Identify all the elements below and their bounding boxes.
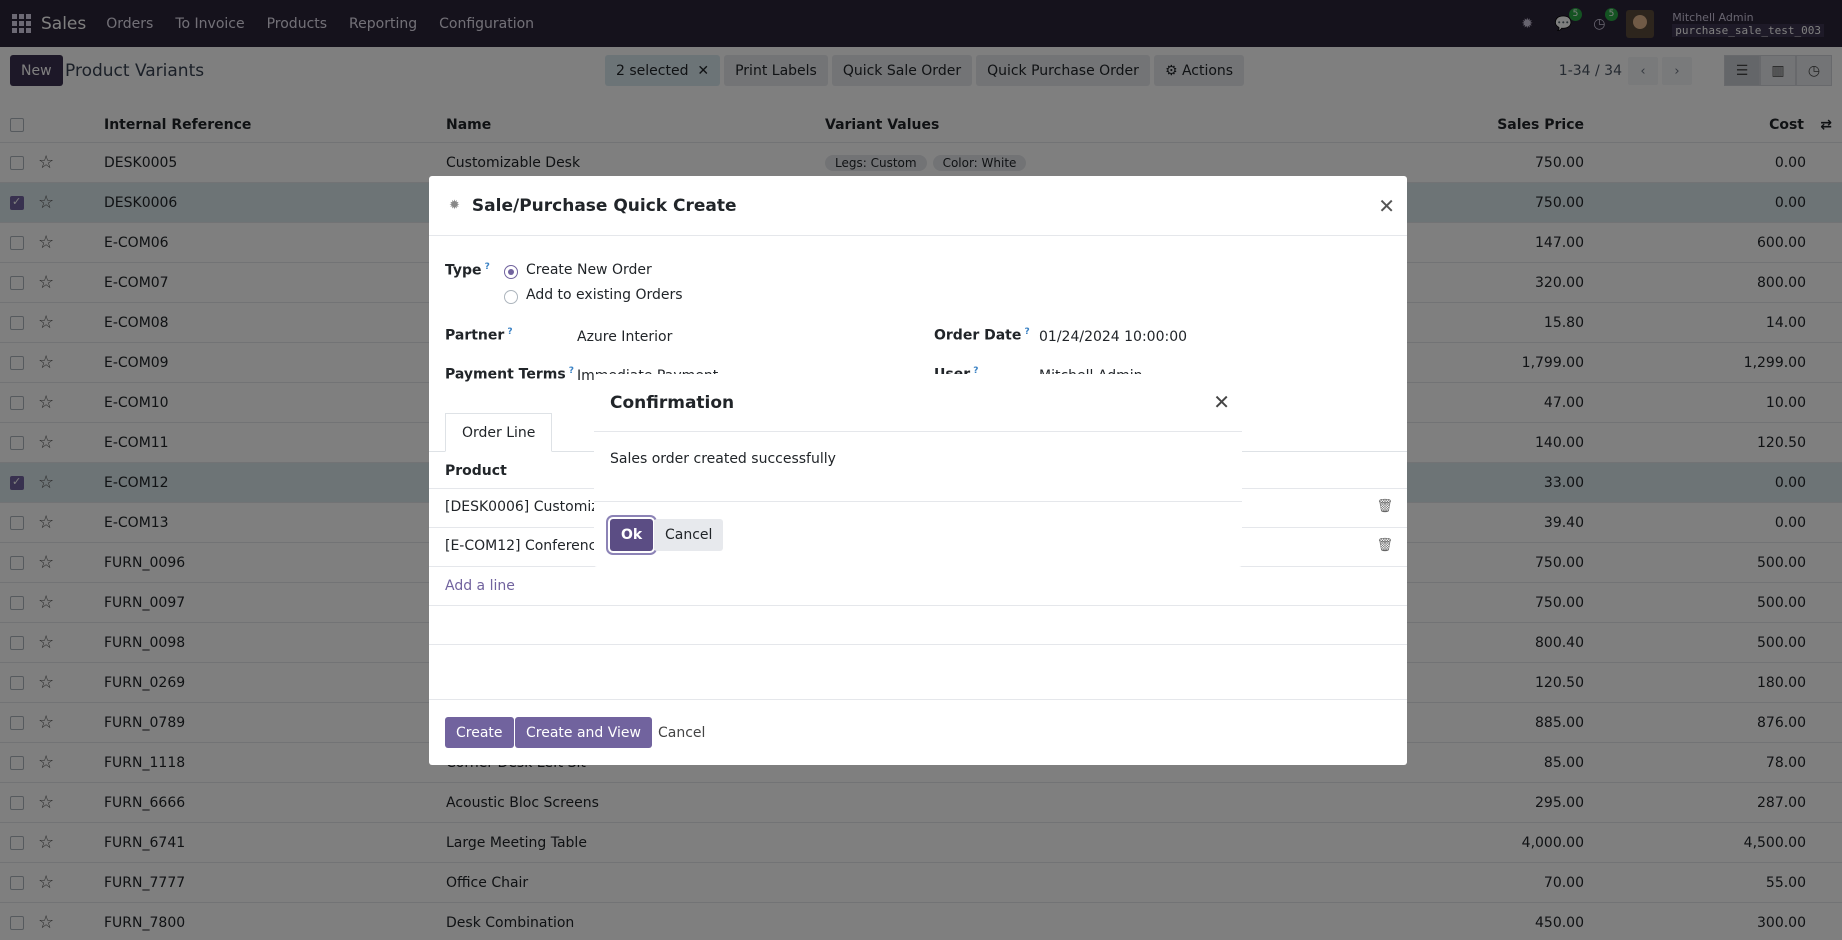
order-line-add-row [429, 566, 1407, 605]
order-date-field[interactable]: 01/24/2024 10:00:00 [1039, 329, 1187, 345]
create-and-view-button[interactable]: Create and View [515, 717, 652, 748]
quick-create-title: Sale/Purchase Quick Create [471, 195, 737, 216]
confirmation-dialog: Confirmation ✕ Sales order created succe… [594, 374, 1242, 567]
type-option-add-existing[interactable]: Add to existing Orders [526, 287, 683, 303]
quick-create-footer: Create Create and View Cancel [429, 699, 1407, 765]
type-label: Type ? [445, 262, 490, 279]
quick-create-header: ✹ Sale/Purchase Quick Create [429, 176, 1407, 236]
type-radio-create-new[interactable] [504, 265, 518, 279]
close-icon[interactable]: ✕ [1378, 194, 1395, 218]
payment-terms-label: Payment Terms ? [445, 366, 575, 383]
order-line-product-header: Product [445, 463, 507, 479]
close-icon[interactable]: ✕ [1213, 390, 1230, 414]
order-line-empty-row [429, 605, 1407, 644]
create-button[interactable]: Create [445, 717, 514, 748]
partner-field[interactable]: Azure Interior [577, 329, 672, 345]
type-radio-add-existing[interactable] [504, 290, 518, 304]
ok-button[interactable]: Ok [610, 519, 654, 551]
order-date-label: Order Date ? [934, 327, 1030, 344]
trash-icon[interactable]: 🗑 [1376, 499, 1393, 514]
debug-bug-icon[interactable]: ✹ [449, 198, 460, 213]
trash-icon[interactable]: 🗑 [1376, 538, 1393, 553]
confirmation-footer: Ok Cancel [594, 501, 1242, 567]
confirmation-header: Confirmation [594, 374, 1242, 432]
confirmation-message: Sales order created successfully [610, 451, 836, 467]
type-option-create-new[interactable]: Create New Order [526, 262, 652, 278]
quick-create-cancel-button[interactable]: Cancel [647, 717, 716, 748]
add-a-line-link[interactable]: Add a line [445, 578, 515, 594]
cancel-button[interactable]: Cancel [654, 519, 724, 551]
partner-label: Partner ? [445, 327, 513, 344]
order-line-empty-row [429, 644, 1407, 683]
tab-order-line[interactable]: Order Line [445, 413, 553, 452]
confirmation-title: Confirmation [610, 392, 735, 413]
